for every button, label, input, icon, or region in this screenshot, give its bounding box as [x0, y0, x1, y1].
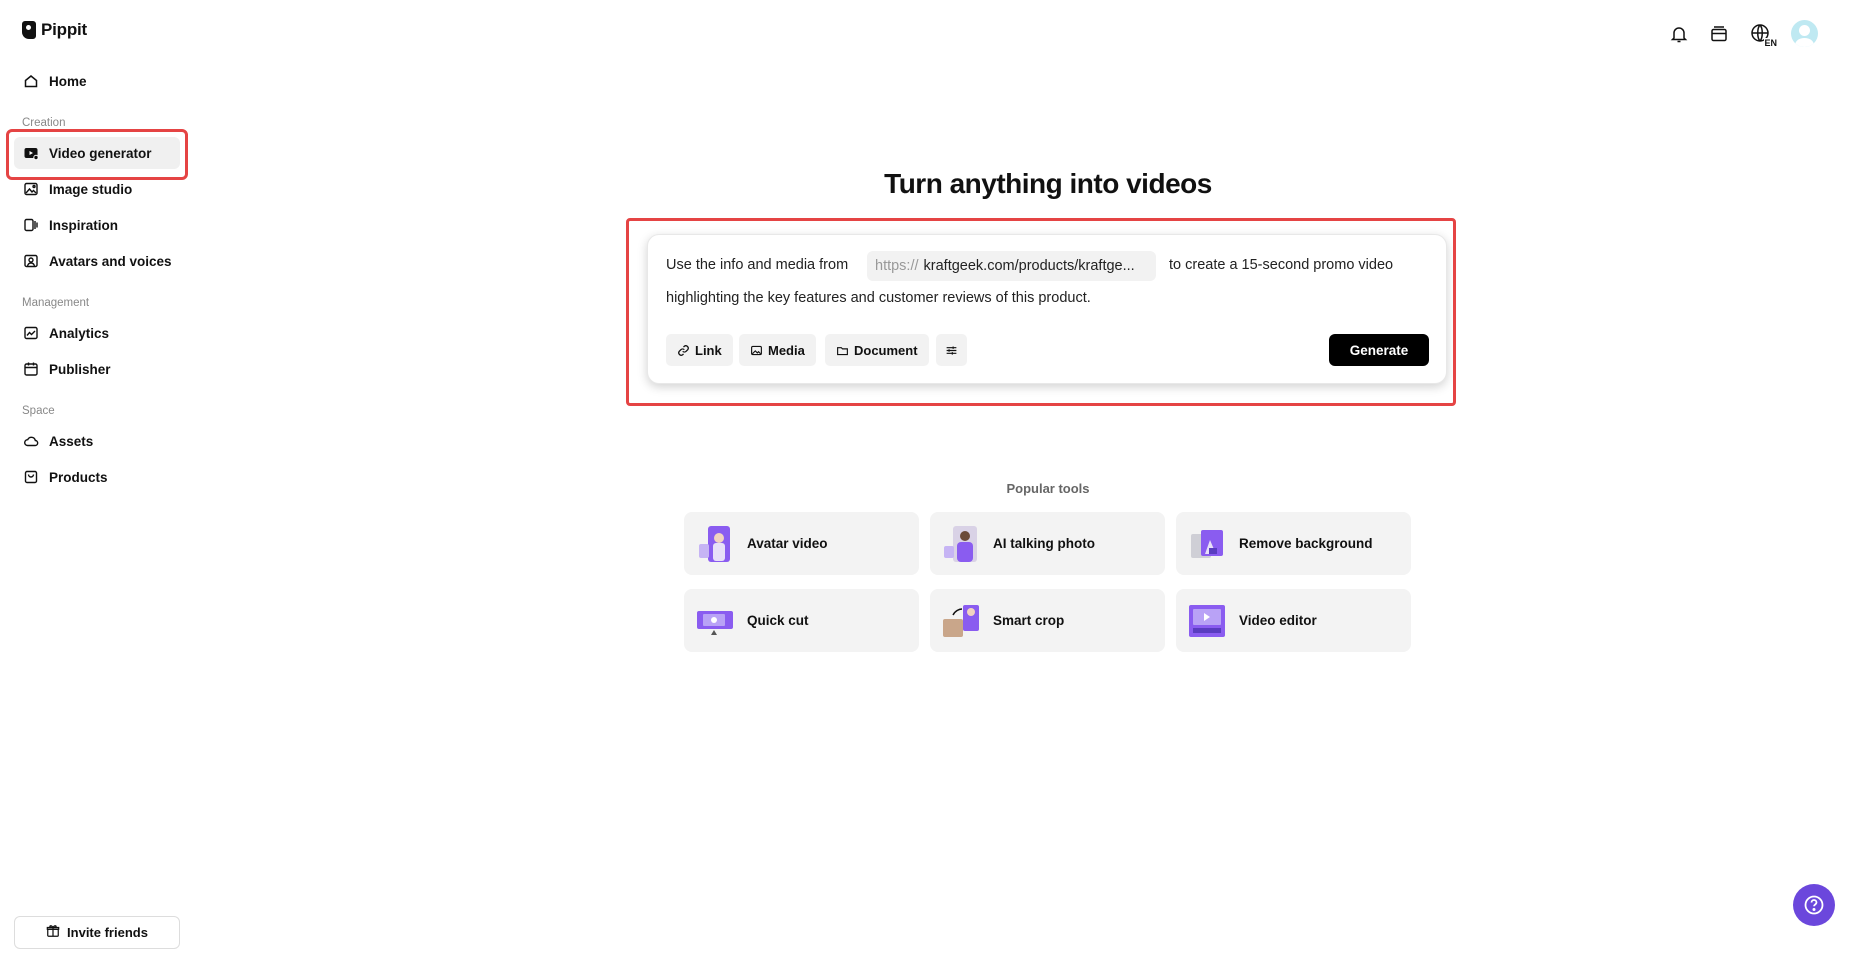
tool-card-video-editor[interactable]: Video editor: [1176, 589, 1411, 652]
image-icon: [751, 345, 762, 355]
tool-label: Video editor: [1239, 613, 1317, 628]
sidebar-item-publisher[interactable]: Publisher: [14, 353, 180, 385]
sidebar-item-label: Avatars and voices: [49, 253, 172, 269]
sliders-icon: [946, 345, 957, 355]
tool-card-ai-talking-photo[interactable]: AI talking photo: [930, 512, 1165, 575]
link-icon: [678, 344, 689, 356]
logo-text: Pippit: [41, 20, 88, 39]
prompt-text-line2[interactable]: highlighting the key features and custom…: [666, 290, 1091, 306]
help-icon: [1804, 895, 1824, 915]
prompt-card[interactable]: Use the info and media from https:// kra…: [647, 234, 1447, 384]
logo[interactable]: Pippit: [22, 20, 87, 40]
popular-tools-heading: Popular tools: [1006, 481, 1090, 496]
tool-card-quick-cut[interactable]: Quick cut: [684, 589, 919, 652]
avatar-video-thumbnail: [695, 524, 735, 564]
tool-card-smart-crop[interactable]: Smart crop: [930, 589, 1165, 652]
video-editor-thumbnail: [1187, 601, 1227, 641]
prompt-text-before-url[interactable]: Use the info and media from: [666, 257, 848, 273]
document-label: Document: [854, 342, 918, 358]
invite-friends-label: Invite friends: [67, 925, 148, 940]
link-label: Link: [695, 342, 722, 358]
sidebar-item-analytics[interactable]: Analytics: [14, 317, 180, 349]
tool-label: AI talking photo: [993, 536, 1095, 551]
section-label-space: Space: [22, 405, 55, 417]
link-button[interactable]: Link: [666, 334, 733, 366]
quick-cut-thumbnail: [695, 601, 735, 641]
url-prefix: https://: [875, 258, 919, 274]
avatar-icon: [23, 253, 39, 269]
credits-icon[interactable]: [1707, 22, 1731, 46]
invite-friends-button[interactable]: Invite friends: [14, 916, 180, 949]
ai-talking-photo-thumbnail: [941, 524, 981, 564]
sidebar-item-inspiration[interactable]: Inspiration: [14, 209, 180, 241]
sidebar-item-assets[interactable]: Assets: [14, 425, 180, 457]
tool-label: Quick cut: [747, 613, 809, 628]
gift-icon: [46, 924, 60, 941]
sidebar-item-avatars-voices[interactable]: Avatars and voices: [14, 245, 180, 277]
remove-background-thumbnail: [1187, 524, 1227, 564]
url-value: kraftgeek.com/products/kraftge...: [923, 258, 1135, 274]
sidebar-item-video-generator[interactable]: Video generator: [14, 137, 180, 169]
cloud-icon: [23, 433, 39, 449]
tool-card-remove-background[interactable]: Remove background: [1176, 512, 1411, 575]
sidebar-item-label: Video generator: [49, 145, 152, 161]
sidebar-item-label: Inspiration: [49, 217, 119, 233]
section-label-creation: Creation: [22, 117, 66, 129]
section-label-management: Management: [22, 297, 90, 309]
video-generator-icon: [23, 145, 39, 161]
sidebar-item-home[interactable]: Home: [14, 65, 180, 97]
home-icon: [23, 73, 39, 89]
page-title: Turn anything into videos: [884, 168, 1212, 199]
sidebar-item-label: Home: [49, 73, 87, 89]
help-button[interactable]: [1793, 884, 1835, 926]
media-button[interactable]: Media: [739, 334, 816, 366]
calendar-icon: [23, 361, 39, 377]
notification-bell-icon[interactable]: [1667, 22, 1691, 46]
tool-label: Remove background: [1239, 536, 1373, 551]
generate-button[interactable]: Generate: [1329, 334, 1429, 366]
tool-label: Avatar video: [747, 536, 828, 551]
tool-label: Smart crop: [993, 613, 1065, 628]
inspiration-icon: [23, 217, 39, 233]
folder-icon: [837, 346, 848, 355]
tool-card-avatar-video[interactable]: Avatar video: [684, 512, 919, 575]
settings-button[interactable]: [936, 334, 967, 366]
user-avatar[interactable]: [1791, 20, 1818, 47]
sidebar-item-label: Publisher: [49, 361, 111, 377]
language-selector[interactable]: EN: [1747, 22, 1777, 48]
language-code: EN: [1764, 37, 1777, 48]
prompt-text-after-url[interactable]: to create a 15-second promo video: [1169, 257, 1393, 273]
header-actions: EN: [1667, 20, 1818, 48]
pippit-logo-icon: [22, 21, 36, 39]
url-chip[interactable]: https:// kraftgeek.com/products/kraftge.…: [867, 251, 1156, 281]
sidebar-item-label: Analytics: [49, 325, 110, 341]
media-label: Media: [768, 342, 805, 358]
sidebar-item-label: Assets: [49, 433, 94, 449]
analytics-icon: [23, 325, 39, 341]
smart-crop-thumbnail: [941, 601, 981, 641]
document-button[interactable]: Document: [825, 334, 929, 366]
